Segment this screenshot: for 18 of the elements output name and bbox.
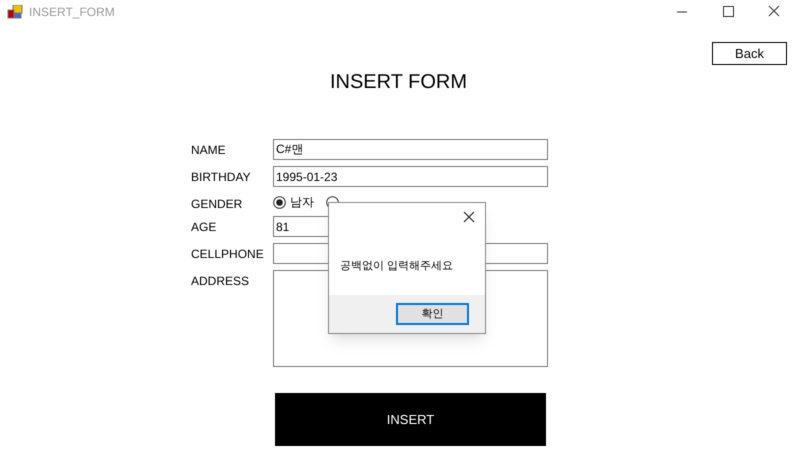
radio-icon — [273, 196, 286, 208]
window-title: INSERT_FORM — [29, 4, 115, 21]
back-button[interactable]: Back — [712, 42, 787, 65]
field-label: AGE — [191, 219, 218, 236]
input-field[interactable]: 1995-01-23 — [273, 166, 548, 187]
field-label: ADDRESS — [191, 273, 250, 290]
form-heading: INSERT FORM — [330, 70, 468, 95]
input-field[interactable]: C#맨 — [273, 139, 548, 160]
gender-radio[interactable]: 남자 — [273, 193, 314, 211]
field-label: GENDER — [191, 196, 244, 213]
ok-button[interactable]: 확인 — [396, 303, 469, 325]
app-icon — [7, 5, 23, 19]
field-label: NAME — [191, 142, 227, 159]
field-label: BIRTHDAY — [191, 169, 252, 186]
insert-button[interactable]: INSERT — [275, 393, 546, 446]
dialog-message: 공백없이 입력해주세요 — [340, 260, 454, 272]
close-icon[interactable] — [463, 211, 475, 223]
field-label: CELLPHONE — [191, 246, 265, 263]
